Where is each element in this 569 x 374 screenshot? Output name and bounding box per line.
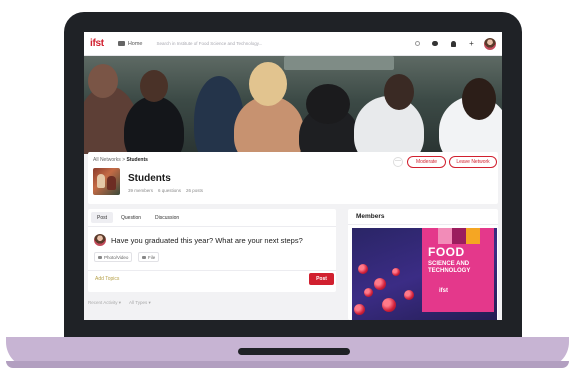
all-types-dropdown[interactable]: All Types — [129, 300, 151, 306]
user-avatar[interactable] — [484, 37, 497, 50]
photo-video-button[interactable]: Photo/Video — [94, 252, 133, 262]
laptop-notch — [238, 348, 350, 355]
recent-activity-dropdown[interactable]: Recent Activity — [88, 300, 121, 306]
promo-subtitle: SCIENCE AND TECHNOLOGY — [428, 261, 471, 274]
divider — [348, 224, 498, 225]
feed-filters: Recent Activity All Types — [88, 300, 151, 306]
notifications-icon[interactable] — [448, 39, 458, 49]
composer-tabs: Post Question Discussion — [91, 212, 185, 223]
food-science-banner[interactable]: FOOD SCIENCE AND TECHNOLOGY ifst — [352, 228, 497, 320]
laptop-screen: ifst Home Search in Institute of Food Sc… — [84, 32, 502, 320]
author-avatar — [94, 234, 106, 246]
tab-discussion[interactable]: Discussion — [149, 212, 185, 223]
tab-post[interactable]: Post — [91, 212, 114, 223]
promo-logo: ifst — [439, 288, 448, 294]
post-button[interactable]: Post — [309, 273, 334, 285]
photo-video-label: Photo/Video — [104, 254, 129, 260]
color-band — [424, 228, 494, 244]
breadcrumb-separator: > — [122, 157, 126, 163]
search-input[interactable]: Search in Institute of Food Science and … — [154, 38, 422, 50]
search-placeholder: Search in Institute of Food Science and … — [156, 41, 263, 46]
create-icon[interactable]: + — [466, 39, 476, 49]
promo-title: FOOD — [428, 245, 465, 259]
divider — [88, 226, 336, 227]
ifst-logo[interactable]: ifst — [90, 38, 104, 49]
moderate-button[interactable]: Moderate — [407, 156, 446, 168]
home-icon — [117, 41, 125, 46]
breadcrumb-current: Students — [126, 157, 148, 163]
group-avatar — [93, 168, 120, 195]
breadcrumb: All Networks > Students — [93, 157, 148, 163]
page-title: Students — [128, 173, 171, 184]
post-text-input[interactable]: Have you graduated this year? What are y… — [111, 236, 303, 245]
home-label: Home — [127, 40, 143, 47]
members-panel: Members FOOD SCIENCE AND TECHNOLOGY ifst — [348, 209, 498, 320]
leave-network-button[interactable]: Leave Network — [449, 156, 497, 168]
image-icon — [98, 255, 102, 259]
attachment-icon — [142, 255, 146, 259]
stage: ifst Home Search in Institute of Food Sc… — [0, 0, 569, 374]
messages-icon[interactable] — [430, 39, 440, 49]
post-composer: Post Question Discussion Have you gradua… — [88, 209, 336, 292]
home-link[interactable]: Home — [117, 40, 143, 47]
posts-count[interactable]: 26 posts — [186, 188, 203, 193]
search-icon[interactable] — [415, 40, 421, 46]
more-options-button[interactable]: ··· — [393, 157, 403, 167]
breadcrumb-root[interactable]: All Networks — [93, 157, 121, 163]
add-topics-link[interactable]: Add Topics — [95, 276, 119, 282]
top-nav: ifst Home Search in Institute of Food Sc… — [84, 32, 502, 56]
cover-photo — [84, 56, 502, 154]
questions-count[interactable]: 6 questions — [158, 188, 181, 193]
divider — [88, 270, 336, 271]
members-title: Members — [356, 213, 385, 220]
group-stats: 39 members 6 questions 26 posts — [128, 188, 203, 193]
group-header: All Networks > Students Students 39 memb… — [88, 152, 498, 204]
laptop-base-edge — [6, 361, 569, 368]
file-button[interactable]: File — [138, 252, 160, 262]
file-label: File — [148, 254, 156, 260]
members-count[interactable]: 39 members — [128, 188, 153, 193]
tab-question[interactable]: Question — [115, 212, 147, 223]
